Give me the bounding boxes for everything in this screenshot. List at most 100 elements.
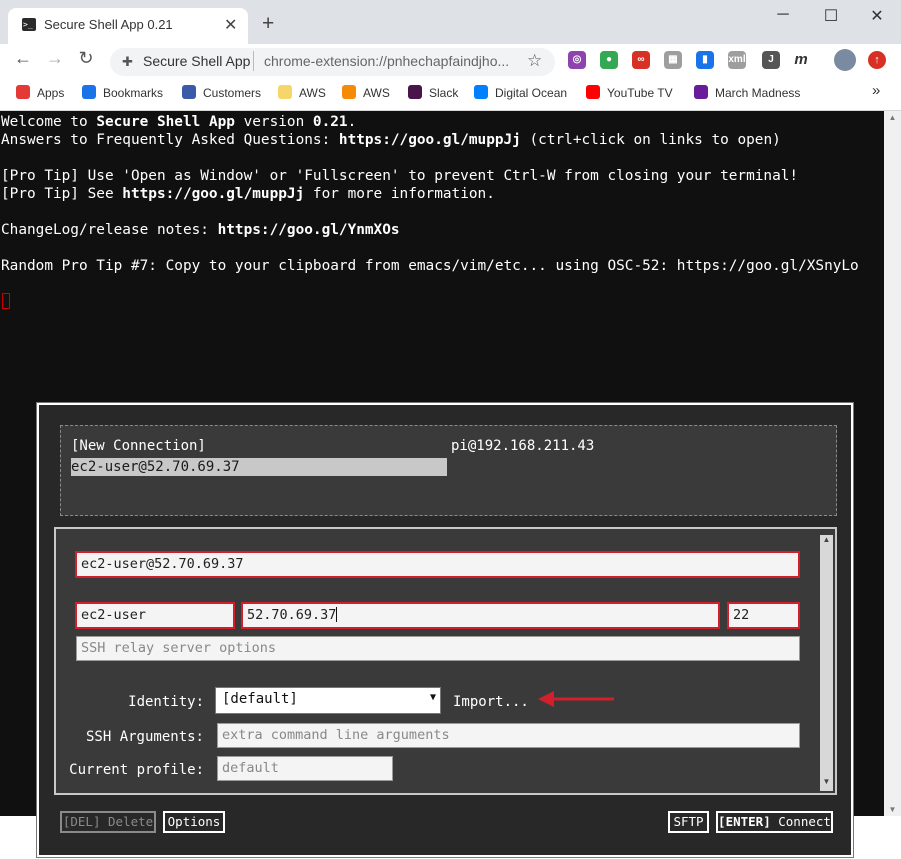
apps-grid-icon xyxy=(16,85,30,99)
options-button[interactable]: Options xyxy=(163,811,225,833)
color-icon[interactable]: ◎ xyxy=(568,51,586,69)
bookmark-label: AWS xyxy=(299,86,326,100)
connect-key: [ENTER] xyxy=(718,814,771,829)
page-scrollbar[interactable]: ▲ ▼ xyxy=(884,111,901,816)
bookmark-aws[interactable]: AWS xyxy=(342,85,390,100)
address-url: chrome-extension://pnhechapfaindjho... xyxy=(264,53,510,69)
profile-item-pi[interactable]: pi@192.168.211.43 xyxy=(451,438,594,454)
close-tab-icon[interactable]: ✕ xyxy=(224,15,237,35)
form-scrollbar[interactable]: ▲ ▼ xyxy=(820,535,833,791)
connect-button[interactable]: [ENTER] Connect xyxy=(716,811,833,833)
grid-icon[interactable]: ▦ xyxy=(664,51,682,69)
connection-form: ec2-user@52.70.69.37 ec2-user 52.70.69.3… xyxy=(54,527,837,795)
folder-icon xyxy=(278,85,292,99)
hostname-value: 52.70.69.37 xyxy=(247,607,337,623)
bookmark-digital-ocean[interactable]: Digital Ocean xyxy=(474,85,567,100)
terminal-bold-text: https://goo.gl/YnmXOs xyxy=(217,222,400,238)
extension-puzzle-icon: ✚ xyxy=(122,54,133,69)
import-button[interactable]: Import... xyxy=(453,694,529,710)
forward-icon[interactable]: → xyxy=(42,48,68,69)
j-icon[interactable]: J xyxy=(762,51,780,69)
update-icon[interactable]: ↑ xyxy=(868,51,886,69)
aws-cube-icon xyxy=(342,85,356,99)
profile-item-new[interactable]: [New Connection] xyxy=(71,438,206,454)
profile-item-selected[interactable]: ec2-user@52.70.69.37 xyxy=(71,458,447,476)
address-bar[interactable]: ✚ Secure Shell App chrome-extension://pn… xyxy=(110,48,555,76)
bookmark-bookmarks[interactable]: Bookmarks xyxy=(82,85,163,100)
terminal-bold-text: https://goo.gl/muppJj xyxy=(122,186,305,202)
bookmarks-bar: Apps Bookmarks Customers AWS AWS Slack Digital… xyxy=(0,78,901,111)
chevron-down-icon: ▼ xyxy=(429,692,436,703)
identity-label: Identity: xyxy=(128,694,204,710)
maps-pin-icon[interactable]: ● xyxy=(600,51,618,69)
bookmark-label: Bookmarks xyxy=(103,86,164,100)
cube-icon xyxy=(182,85,196,99)
back-icon[interactable]: ← xyxy=(10,48,36,69)
terminal-icon: >_ xyxy=(22,18,36,31)
scroll-down-icon[interactable]: ▼ xyxy=(884,805,901,814)
slack-icon xyxy=(408,85,422,99)
m-icon[interactable]: m xyxy=(792,51,810,69)
delete-button[interactable]: [DEL] Delete xyxy=(60,811,156,833)
minimize-icon[interactable]: ─ xyxy=(768,6,798,24)
bookmark-label: Digital Ocean xyxy=(495,86,568,100)
current-profile-label: Current profile: xyxy=(69,762,204,778)
bookmark-star-icon[interactable]: ☆ xyxy=(527,51,542,71)
terminal-bold-text: Secure Shell App xyxy=(96,114,235,130)
bookmark-youtube-tv[interactable]: YouTube TV xyxy=(586,85,673,100)
current-profile-field[interactable]: default xyxy=(217,756,393,781)
scroll-up-icon[interactable]: ▲ xyxy=(884,113,901,122)
bookmark-label: Customers xyxy=(203,86,262,100)
tab-title: Secure Shell App 0.21 xyxy=(44,17,173,32)
bookmark-label: Slack xyxy=(429,86,459,100)
address-separator xyxy=(253,51,254,71)
avatar[interactable] xyxy=(834,49,856,71)
bookmark-label: AWS xyxy=(363,86,390,100)
profile-list: [New Connection] ec2-user@52.70.69.37 pi… xyxy=(60,425,837,516)
close-window-icon[interactable]: ✕ xyxy=(862,6,892,26)
bookmarks-overflow-icon[interactable]: » xyxy=(872,82,880,99)
creative-cloud-icon[interactable]: ∞ xyxy=(632,51,650,69)
username-field[interactable]: ec2-user xyxy=(75,602,235,629)
bookmark-label: March Madness xyxy=(715,86,801,100)
bookmark-label: Apps xyxy=(37,86,65,100)
browser-toolbar: ← → ↻ ✚ Secure Shell App chrome-extensio… xyxy=(0,44,901,78)
scroll-down-icon[interactable]: ▼ xyxy=(820,777,833,791)
bookmark-slack[interactable]: Slack xyxy=(408,85,458,100)
terminal-line: Welcome to Secure Shell App version 0.21… xyxy=(1,114,357,130)
port-field[interactable]: 22 xyxy=(727,602,800,629)
connection-title-field[interactable]: ec2-user@52.70.69.37 xyxy=(75,551,800,578)
tab-secure-shell[interactable]: >_ Secure Shell App 0.21 ✕ xyxy=(8,8,248,44)
sftp-button[interactable]: SFTP xyxy=(668,811,709,833)
ssh-args-field[interactable]: extra command line arguments xyxy=(217,723,800,748)
terminal-line: Answers to Frequently Asked Questions: h… xyxy=(1,132,781,148)
star-icon xyxy=(82,85,96,99)
reload-icon[interactable]: ↻ xyxy=(73,48,99,69)
maximize-icon[interactable]: ☐ xyxy=(816,6,846,26)
connect-label: Connect xyxy=(770,814,831,829)
bookmark-apps[interactable]: Apps xyxy=(16,85,64,100)
identity-select[interactable]: [default] ▼ xyxy=(215,687,441,714)
bookmark-aws[interactable]: AWS xyxy=(278,85,326,100)
terminal[interactable]: Welcome to Secure Shell App version 0.21… xyxy=(0,111,884,858)
connection-dialog: [New Connection] ec2-user@52.70.69.37 pi… xyxy=(36,402,854,858)
new-tab-button[interactable]: + xyxy=(262,13,274,34)
bookmark-march-madness[interactable]: March Madness xyxy=(694,85,800,100)
scroll-up-icon[interactable]: ▲ xyxy=(820,535,833,549)
march-madness-icon xyxy=(694,85,708,99)
terminal-line: [Pro Tip] See https://goo.gl/muppJj for … xyxy=(1,186,495,202)
relay-options-field[interactable]: SSH relay server options xyxy=(76,636,800,661)
address-site-name: Secure Shell App xyxy=(143,53,251,69)
ssh-args-label: SSH Arguments: xyxy=(85,729,204,745)
terminal-bold-text: https://goo.gl/muppJj xyxy=(338,132,521,148)
red-arrow-icon xyxy=(538,691,614,707)
bookmark-ext-icon[interactable]: ▮ xyxy=(696,51,714,69)
bookmark-customers[interactable]: Customers xyxy=(182,85,261,100)
youtube-icon xyxy=(586,85,600,99)
hostname-field[interactable]: 52.70.69.37 xyxy=(241,602,720,629)
text-caret xyxy=(336,607,338,622)
terminal-bold-text: 0.21 xyxy=(312,114,348,130)
xml-icon[interactable]: xml xyxy=(728,51,746,69)
